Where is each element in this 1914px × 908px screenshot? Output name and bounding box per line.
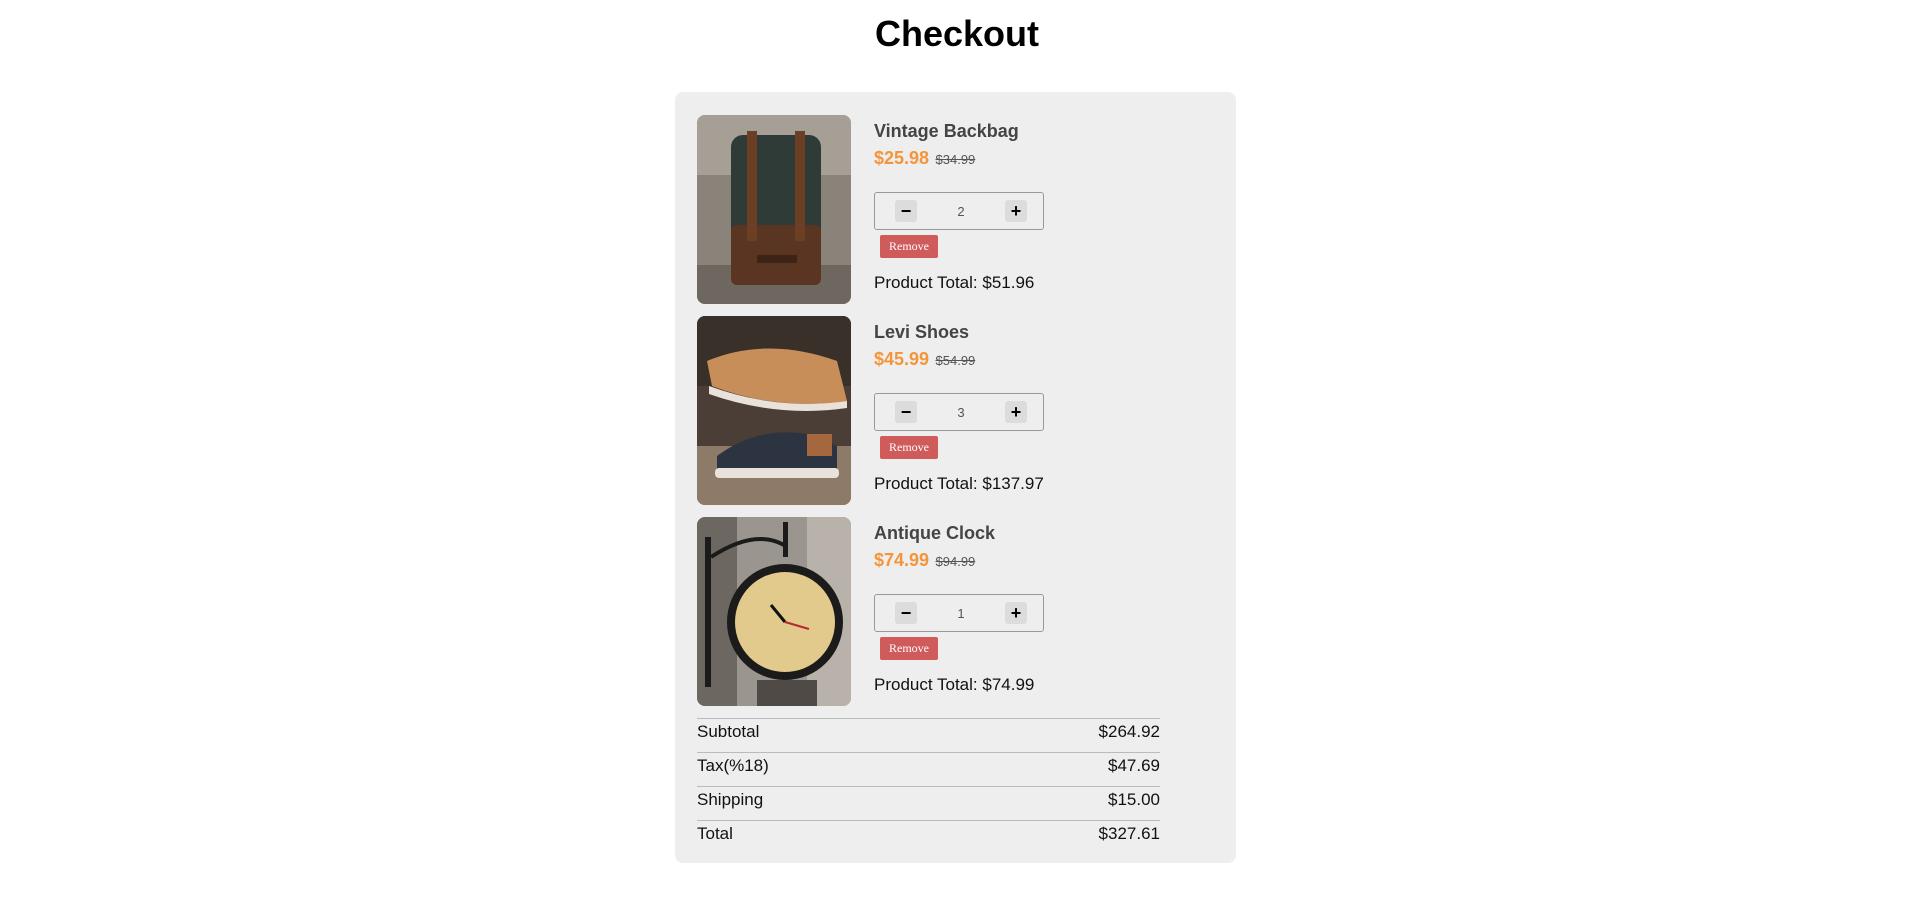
quantity-value[interactable]: 2 [957, 204, 964, 219]
page-title: Checkout [874, 13, 1040, 54]
remove-button[interactable]: Remove [880, 637, 938, 660]
product-name[interactable]: Vintage Backbag [874, 121, 1194, 143]
quantity-stepper: − 1 + [874, 594, 1044, 632]
subtotal-label: Subtotal [697, 722, 760, 741]
shipping-label: Shipping [697, 790, 764, 809]
sale-price: $74.99 [874, 550, 930, 570]
shipping-row: Shipping $15.00 [697, 786, 1160, 820]
product-name[interactable]: Levi Shoes [874, 322, 1194, 344]
product-total: Product Total: $137.97 [874, 474, 1044, 493]
order-summary: Subtotal $264.92 Tax(%18) $47.69 Shippin… [697, 718, 1160, 854]
decrease-quantity-button[interactable]: − [895, 602, 917, 624]
sale-price: $45.99 [874, 349, 930, 369]
shipping-value: $15.00 [1108, 790, 1160, 809]
cart-item: Vintage Backbag $25.98 $34.99 − 2 + Remo… [697, 115, 1236, 304]
increase-quantity-button[interactable]: + [1004, 602, 1027, 624]
increase-quantity-button[interactable]: + [1004, 200, 1027, 222]
original-price: $34.99 [935, 152, 976, 167]
tax-label: Tax(%18) [697, 756, 769, 775]
remove-button[interactable]: Remove [880, 436, 938, 459]
tax-value: $47.69 [1108, 756, 1160, 775]
total-value: $327.61 [1098, 824, 1160, 843]
quantity-stepper: − 3 + [874, 393, 1044, 431]
decrease-quantity-button[interactable]: − [895, 401, 917, 423]
decrease-quantity-button[interactable]: − [895, 200, 917, 222]
backpack-image [697, 115, 851, 304]
quantity-value[interactable]: 3 [957, 405, 964, 420]
sale-price: $25.98 [874, 148, 930, 168]
tax-row: Tax(%18) $47.69 [697, 752, 1160, 786]
quantity-stepper: − 2 + [874, 192, 1044, 230]
original-price: $54.99 [935, 353, 976, 368]
remove-button[interactable]: Remove [880, 235, 938, 258]
shoes-image [697, 316, 851, 505]
cart-item: Levi Shoes $45.99 $54.99 − 3 + Remove Pr… [697, 316, 1236, 505]
product-name[interactable]: Antique Clock [874, 523, 1194, 545]
checkout-card: Vintage Backbag $25.98 $34.99 − 2 + Remo… [675, 92, 1236, 863]
product-total: Product Total: $74.99 [874, 675, 1035, 694]
increase-quantity-button[interactable]: + [1004, 401, 1027, 423]
original-price: $94.99 [935, 554, 976, 569]
subtotal-value: $264.92 [1098, 722, 1160, 741]
clock-image [697, 517, 851, 706]
total-label: Total [697, 824, 733, 843]
cart-item: Antique Clock $74.99 $94.99 − 1 + Remove… [697, 517, 1236, 706]
product-total: Product Total: $51.96 [874, 273, 1035, 292]
quantity-value[interactable]: 1 [957, 606, 964, 621]
subtotal-row: Subtotal $264.92 [697, 718, 1160, 752]
total-row: Total $327.61 [697, 820, 1160, 854]
